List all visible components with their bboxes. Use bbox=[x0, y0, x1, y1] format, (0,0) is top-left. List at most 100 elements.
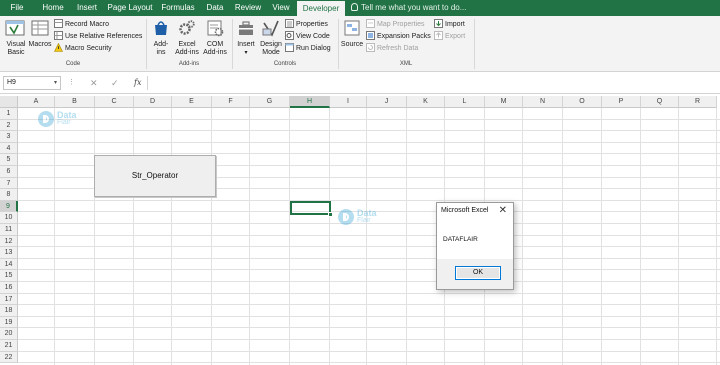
design-mode-button[interactable]: Design Mode bbox=[259, 19, 283, 57]
column-header-f[interactable]: F bbox=[212, 96, 250, 108]
com-add-ins-button[interactable]: COM Add-ins bbox=[201, 19, 229, 57]
view-code-button[interactable]: View Code bbox=[285, 31, 330, 43]
gridline-horizontal bbox=[18, 118, 720, 120]
row-header-10[interactable]: 10 bbox=[0, 212, 18, 224]
column-header-b[interactable]: B bbox=[55, 96, 95, 108]
formula-bar-grip-icon[interactable]: ⋮ bbox=[68, 78, 75, 86]
row-header-22[interactable]: 22 bbox=[0, 351, 18, 364]
macro-security-label: Macro Security bbox=[65, 45, 112, 52]
macro-security-button[interactable]: Macro Security bbox=[54, 43, 112, 55]
row-header-8[interactable]: 8 bbox=[0, 189, 18, 201]
insert-function-button[interactable]: fx bbox=[134, 76, 141, 90]
run-dialog-icon bbox=[285, 43, 294, 52]
import-button[interactable]: Import bbox=[434, 19, 465, 31]
dataflair-logo-icon bbox=[38, 111, 54, 127]
column-header-a[interactable]: A bbox=[18, 96, 55, 108]
visual-basic-button[interactable]: Visual Basic bbox=[2, 19, 28, 57]
macros-button[interactable]: Macros bbox=[27, 19, 53, 49]
fill-handle[interactable] bbox=[328, 212, 333, 217]
add-ins-button[interactable]: Add- ins bbox=[149, 19, 173, 57]
column-header-g[interactable]: G bbox=[250, 96, 290, 108]
row-header-5[interactable]: 5 bbox=[0, 154, 18, 166]
tab-file[interactable]: File bbox=[4, 0, 30, 16]
row-header-18[interactable]: 18 bbox=[0, 305, 18, 317]
map-properties-button[interactable]: Map Properties bbox=[366, 19, 424, 31]
row-header-20[interactable]: 20 bbox=[0, 328, 18, 340]
row-header-14[interactable]: 14 bbox=[0, 258, 18, 271]
record-macro-label: Record Macro bbox=[65, 21, 109, 28]
macros-label: Macros bbox=[28, 41, 52, 48]
formula-input[interactable] bbox=[152, 76, 712, 90]
row-header-3[interactable]: 3 bbox=[0, 131, 18, 143]
row-header-19[interactable]: 19 bbox=[0, 316, 18, 329]
column-header-h[interactable]: H bbox=[290, 96, 330, 108]
row-header-7[interactable]: 7 bbox=[0, 177, 18, 190]
row-header-9[interactable]: 9 bbox=[0, 200, 18, 213]
run-dialog-button[interactable]: Run Dialog bbox=[285, 43, 331, 55]
column-header-l[interactable]: L bbox=[445, 96, 485, 108]
insert-control-button[interactable]: Insert ▾ bbox=[234, 19, 258, 57]
refresh-data-button[interactable]: Refresh Data bbox=[366, 43, 418, 55]
import-label: Import bbox=[445, 21, 465, 28]
row-header-16[interactable]: 16 bbox=[0, 282, 18, 294]
dataflair-logo-icon bbox=[338, 209, 354, 225]
column-header-c[interactable]: C bbox=[95, 96, 134, 108]
source-button[interactable]: Source bbox=[340, 19, 364, 49]
worksheet-grid[interactable]: ABCDEFGHIJKLMNOPQR 1 2 3 4 5 6 7 8 9 10 11 12 13 14 15… bbox=[0, 96, 720, 365]
tab-page-layout[interactable]: Page Layout bbox=[106, 0, 154, 16]
column-header-e[interactable]: E bbox=[172, 96, 212, 108]
tab-review[interactable]: Review bbox=[232, 0, 264, 16]
column-header-p[interactable]: P bbox=[602, 96, 641, 108]
tab-home[interactable]: Home bbox=[38, 0, 68, 16]
column-header-j[interactable]: J bbox=[367, 96, 407, 108]
column-header-k[interactable]: K bbox=[407, 96, 445, 108]
name-box[interactable]: H9 ▾ bbox=[3, 76, 61, 90]
gridline-horizontal bbox=[18, 281, 720, 282]
column-header-d[interactable]: D bbox=[134, 96, 172, 108]
use-relative-references-button[interactable]: Use Relative References bbox=[54, 31, 142, 43]
column-header-o[interactable]: O bbox=[563, 96, 602, 108]
row-header-4[interactable]: 4 bbox=[0, 142, 18, 155]
row-header-11[interactable]: 11 bbox=[0, 224, 18, 236]
str-operator-button[interactable]: Str_Operator bbox=[94, 155, 216, 197]
row-header-2[interactable]: 2 bbox=[0, 119, 18, 132]
cancel-entry-button[interactable]: ✕ bbox=[90, 76, 98, 90]
formula-bar: H9 ▾ ⋮ ✕ ✓ fx bbox=[0, 72, 720, 94]
close-icon[interactable]: ✕ bbox=[499, 205, 507, 216]
export-button[interactable]: Export bbox=[434, 31, 465, 43]
properties-button[interactable]: Properties bbox=[285, 19, 328, 31]
gridline-horizontal bbox=[18, 141, 720, 143]
ok-button[interactable]: OK bbox=[455, 266, 501, 280]
excel-add-ins-button[interactable]: Excel Add-ins bbox=[174, 19, 200, 57]
gridline-horizontal bbox=[18, 292, 720, 294]
column-header-r[interactable]: R bbox=[679, 96, 717, 108]
tab-data[interactable]: Data bbox=[202, 0, 228, 16]
row-header-21[interactable]: 21 bbox=[0, 340, 18, 352]
gridline-horizontal bbox=[18, 362, 720, 364]
gridline-horizontal bbox=[18, 199, 720, 201]
tell-me-search[interactable]: Tell me what you want to do... bbox=[351, 0, 466, 16]
column-header-i[interactable]: I bbox=[330, 96, 367, 108]
row-header-12[interactable]: 12 bbox=[0, 235, 18, 248]
row-header-17[interactable]: 17 bbox=[0, 293, 18, 306]
column-header-q[interactable]: Q bbox=[641, 96, 679, 108]
record-macro-button[interactable]: Record Macro bbox=[54, 19, 109, 31]
tab-view[interactable]: View bbox=[268, 0, 294, 16]
expansion-packs-button[interactable]: Expansion Packs bbox=[366, 31, 431, 43]
column-header-n[interactable]: N bbox=[523, 96, 563, 108]
select-all-corner[interactable] bbox=[0, 96, 18, 108]
gridline-horizontal bbox=[18, 246, 720, 248]
column-header-m[interactable]: M bbox=[485, 96, 523, 108]
add-ins-label: Add- ins bbox=[153, 41, 169, 56]
row-header-1[interactable]: 1 bbox=[0, 108, 18, 120]
selected-cell[interactable] bbox=[290, 201, 333, 217]
confirm-entry-button[interactable]: ✓ bbox=[111, 76, 119, 90]
row-header-6[interactable]: 6 bbox=[0, 166, 18, 178]
chevron-down-icon[interactable]: ▾ bbox=[54, 77, 57, 89]
export-icon bbox=[434, 31, 443, 40]
tab-formulas[interactable]: Formulas bbox=[158, 0, 198, 16]
row-header-15[interactable]: 15 bbox=[0, 270, 18, 282]
tab-developer[interactable]: Developer bbox=[297, 1, 345, 16]
tab-insert[interactable]: Insert bbox=[72, 0, 102, 16]
row-header-13[interactable]: 13 bbox=[0, 247, 18, 259]
